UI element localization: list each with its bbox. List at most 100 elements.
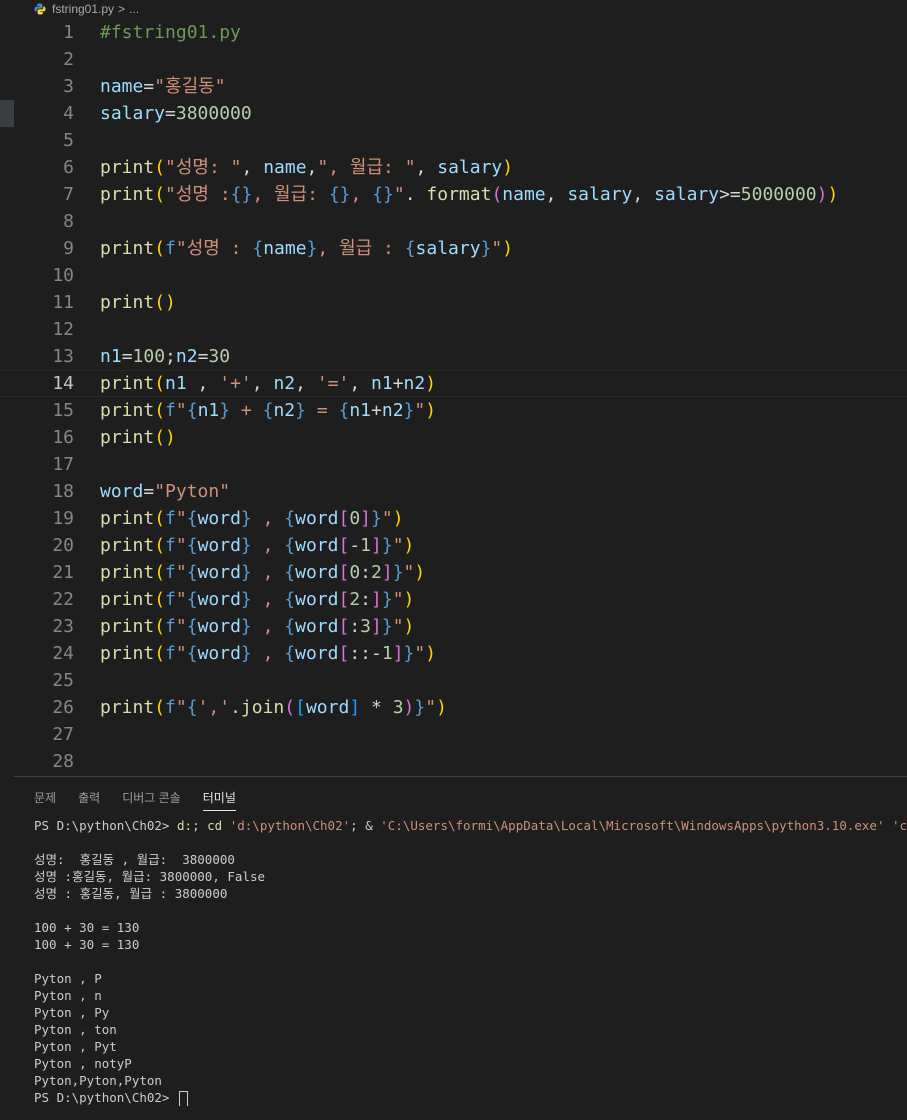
code-line[interactable]: 10	[0, 262, 907, 289]
code-token: print	[100, 589, 155, 610]
code-token: print	[100, 508, 155, 529]
code-token: )	[425, 373, 437, 394]
code-token: name	[502, 184, 546, 205]
code-line[interactable]: 20 print(f"{word} , {word[-1]}")	[0, 532, 907, 559]
code-token: }	[240, 589, 252, 610]
code-token: (	[154, 373, 166, 394]
code-line[interactable]: 11 print()	[0, 289, 907, 316]
code-token: ,	[306, 157, 318, 178]
code-token: (	[154, 508, 166, 529]
code-text: salary=3800000	[100, 100, 252, 127]
panel-tab[interactable]: 터미널	[202, 789, 236, 811]
code-token: [	[338, 562, 350, 583]
code-token: {	[186, 562, 198, 583]
code-token: salary	[567, 184, 633, 205]
terminal-output[interactable]: PS D:\python\Ch02> d:; cd 'd:\python\Ch0…	[34, 817, 907, 1106]
code-token: }	[371, 508, 382, 529]
code-line[interactable]: 14 print(n1 , '+', n2, '=', n1+n2)	[0, 370, 907, 397]
code-line[interactable]: 12	[0, 316, 907, 343]
code-line[interactable]: 6 print("성명: ", name,", 월급: ", salary)	[0, 154, 907, 181]
panel-tab[interactable]: 문제	[34, 789, 56, 811]
code-line[interactable]: 26 print(f"{','.join([word] * 3)}")	[0, 694, 907, 721]
code-line[interactable]: 17	[0, 451, 907, 478]
code-line[interactable]: 16 print()	[0, 424, 907, 451]
code-text: print(f"{n1} + {n2} = {n1+n2}")	[100, 397, 436, 424]
code-token: (	[154, 238, 166, 259]
code-line[interactable]: 19 print(f"{word} , {word[0]}")	[0, 505, 907, 532]
code-token: ,	[632, 184, 655, 205]
terminal-command-token: ; &	[350, 818, 381, 833]
line-number: 12	[52, 319, 74, 340]
code-token: 0	[349, 508, 361, 529]
code-line[interactable]: 4 salary=3800000	[0, 100, 907, 127]
code-line[interactable]: 28	[0, 748, 907, 775]
code-token: +	[392, 373, 404, 394]
code-token: )	[403, 616, 415, 637]
code-token: n2	[175, 346, 198, 367]
code-line[interactable]: 23 print(f"{word} , {word[:3]}")	[0, 613, 907, 640]
code-line[interactable]: 9 print(f"성명 : {name}, 월급 : {salary}")	[0, 235, 907, 262]
code-line[interactable]: 5	[0, 127, 907, 154]
code-line[interactable]: 1 #fstring01.py	[0, 19, 907, 46]
code-editor[interactable]: 1 #fstring01.py 2 3 name="홍길동" 4 salary=380000…	[0, 18, 907, 776]
code-token: n1	[197, 400, 220, 421]
code-token: .	[404, 184, 427, 205]
code-token: )	[816, 184, 828, 205]
terminal-final-prompt[interactable]: PS D:\python\Ch02>	[34, 1089, 907, 1106]
code-line[interactable]: 25	[0, 667, 907, 694]
code-token: {	[284, 589, 296, 610]
code-line[interactable]: 3 name="홍길동"	[0, 73, 907, 100]
code-text: print(f"{word} , {word[2:]}")	[100, 586, 414, 613]
code-token: {	[284, 643, 296, 664]
code-token: word	[197, 616, 241, 637]
code-token: #fstring01.py	[100, 22, 241, 43]
code-token: {}	[230, 184, 253, 205]
terminal-cursor	[179, 1090, 188, 1106]
line-number: 7	[63, 184, 74, 205]
terminal-command-token: 'c:\Users\formi\.vscode\extensions\ms-py…	[892, 818, 907, 833]
code-token: [	[338, 643, 350, 664]
panel-tab[interactable]: 출력	[78, 789, 100, 811]
code-token: =	[197, 346, 209, 367]
code-line[interactable]: 7 print("성명 :{}, 월급: {}, {}". format(name…	[0, 181, 907, 208]
code-token: f	[165, 616, 176, 637]
line-number: 1	[63, 22, 74, 43]
code-token: }	[381, 589, 393, 610]
code-token: print	[100, 292, 155, 313]
code-token: word	[197, 535, 241, 556]
code-token: )	[403, 697, 415, 718]
code-line[interactable]: 15 print(f"{n1} + {n2} = {n1+n2}")	[0, 397, 907, 424]
code-token: ]	[371, 616, 382, 637]
code-token: (	[154, 157, 166, 178]
code-line[interactable]: 18 word="Pyton"	[0, 478, 907, 505]
breadcrumb-trail[interactable]: ...	[129, 2, 139, 16]
code-line[interactable]: 13 n1=100;n2=30	[0, 343, 907, 370]
code-token: f	[165, 508, 176, 529]
code-line[interactable]: 24 print(f"{word} , {word[::-1]}")	[0, 640, 907, 667]
code-token: 0	[349, 562, 361, 583]
terminal-command-token	[884, 818, 892, 833]
code-token: ,	[251, 508, 285, 529]
code-token: "	[381, 508, 393, 529]
breadcrumb-file[interactable]: fstring01.py	[52, 2, 114, 16]
terminal-command-token: 'C:\Users\formi\AppData\Local\Microsoft\…	[380, 818, 885, 833]
code-token: )	[392, 508, 404, 529]
code-token: f	[165, 238, 176, 259]
code-token: {	[404, 238, 416, 259]
code-token: ", 월급: "	[317, 157, 416, 178]
code-text: print()	[100, 424, 176, 451]
line-number: 2	[63, 49, 74, 70]
code-line[interactable]: 22 print(f"{word} , {word[2:]}")	[0, 586, 907, 613]
code-line[interactable]: 2	[0, 46, 907, 73]
code-line[interactable]: 27	[0, 721, 907, 748]
code-token: 3800000	[175, 103, 252, 124]
terminal-output-line: 100 + 30 = 130	[34, 920, 140, 935]
code-line[interactable]: 21 print(f"{word} , {word[0:2]}")	[0, 559, 907, 586]
code-line[interactable]: 8	[0, 208, 907, 235]
code-text: word="Pyton"	[100, 478, 230, 505]
terminal-output-line: Pyton , P	[34, 971, 102, 986]
panel-tab[interactable]: 디버그 콘솔	[122, 789, 181, 811]
code-token: word	[305, 697, 350, 718]
